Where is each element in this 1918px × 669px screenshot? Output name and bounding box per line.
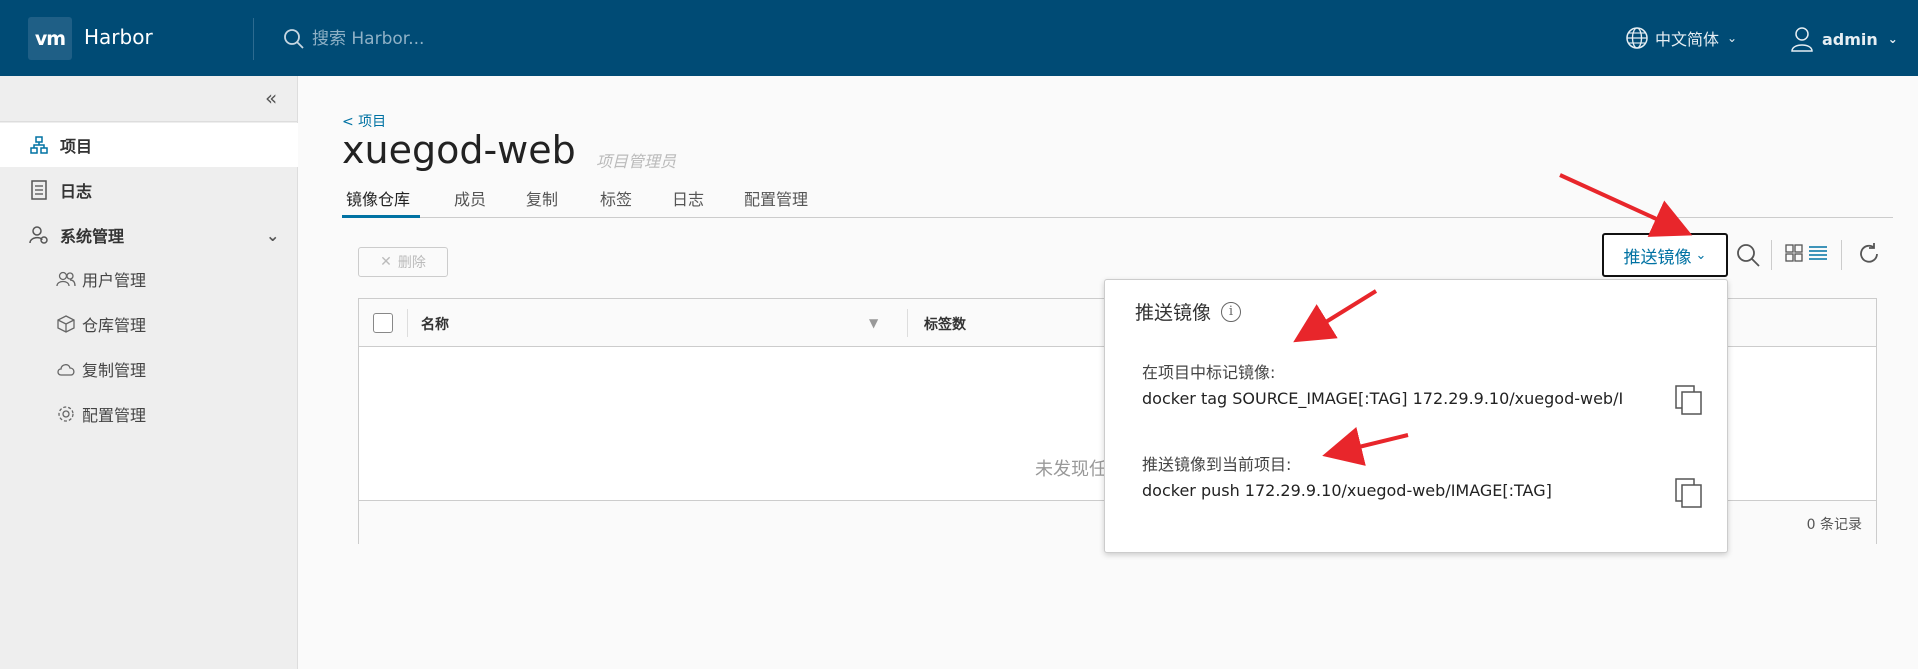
info-icon[interactable]: i	[1221, 301, 1242, 322]
push-image-label: 推送镜像到当前项目:	[1142, 455, 1292, 474]
delete-button[interactable]: ✕ 删除	[358, 247, 448, 277]
sidebar-sub-label: 用户管理	[82, 271, 147, 290]
language-selector[interactable]: 中文简体 ⌄	[1625, 26, 1737, 50]
toolbar-divider	[1841, 240, 1842, 270]
tab-members[interactable]: 成员	[454, 186, 486, 210]
search-icon[interactable]	[1735, 242, 1761, 268]
users-icon	[56, 269, 76, 289]
gear-icon	[56, 404, 76, 424]
chevron-down-icon: ⌄	[266, 225, 280, 245]
tag-command[interactable]: docker tag SOURCE_IMAGE[:TAG] 172.29.9.1…	[1142, 389, 1662, 408]
sidebar-item-label: 日志	[60, 182, 93, 201]
toolbar-divider	[1771, 240, 1772, 270]
logs-icon	[28, 179, 50, 201]
copy-icon[interactable]	[1675, 478, 1703, 508]
tab-repositories[interactable]: 镜像仓库	[346, 186, 410, 210]
admin-icon	[28, 224, 50, 246]
language-label: 中文简体	[1655, 30, 1720, 49]
sidebar-item-label: 项目	[60, 137, 93, 156]
sidebar-item-registry[interactable]: 仓库管理	[0, 302, 298, 346]
copy-icon[interactable]	[1675, 385, 1703, 415]
column-divider	[907, 309, 908, 337]
sidebar-item-label: 系统管理	[60, 227, 125, 246]
empty-state-text: 未发现任	[1035, 459, 1107, 480]
sidebar-item-replication[interactable]: 复制管理	[0, 347, 298, 391]
app-name[interactable]: Harbor	[84, 25, 153, 49]
globe-icon	[1626, 27, 1648, 49]
sidebar: « 项目 日志 系统管理 ⌄ 用户管理 仓库管理 复制管理 配置管理	[0, 76, 298, 669]
grid-view-icon[interactable]	[1785, 244, 1803, 262]
role-label: 项目管理员	[596, 152, 677, 171]
select-all-checkbox[interactable]	[373, 313, 393, 333]
filter-icon[interactable]: ▼	[869, 316, 878, 330]
push-image-popover: 推送镜像 i 在项目中标记镜像: docker tag SOURCE_IMAGE…	[1104, 279, 1728, 553]
record-count: 0 条记录	[1806, 517, 1862, 533]
refresh-icon[interactable]	[1856, 241, 1882, 267]
project-tabs: 镜像仓库 成员 复制 标签 日志 配置管理	[342, 180, 1893, 218]
registry-icon	[56, 314, 76, 334]
collapse-sidebar-icon[interactable]: «	[265, 86, 277, 110]
push-command[interactable]: docker push 172.29.9.10/xuegod-web/IMAGE…	[1142, 481, 1662, 500]
list-view-icon[interactable]	[1808, 244, 1828, 262]
push-image-label: 推送镜像	[1623, 247, 1692, 268]
username-label: admin	[1822, 29, 1878, 49]
popover-title-text: 推送镜像	[1135, 302, 1212, 324]
header-divider	[253, 18, 254, 60]
sidebar-sub-label: 仓库管理	[82, 316, 147, 335]
top-header: vm Harbor 中文简体 ⌄ admin ⌄	[0, 0, 1918, 76]
column-divider	[407, 309, 408, 337]
column-header-name[interactable]: 名称	[421, 314, 449, 334]
active-tab-indicator	[342, 215, 420, 218]
sidebar-item-projects[interactable]: 项目	[0, 123, 298, 167]
search-icon	[284, 29, 304, 49]
column-header-tags[interactable]: 标签数	[924, 314, 966, 334]
projects-icon	[28, 134, 50, 156]
popover-title: 推送镜像 i	[1135, 298, 1242, 325]
close-icon: ✕	[380, 254, 392, 270]
global-search-input[interactable]	[312, 26, 712, 52]
chevron-down-icon: ⌄	[1887, 32, 1898, 46]
user-icon	[1791, 27, 1813, 52]
sidebar-divider	[0, 121, 298, 122]
chevron-down-icon: ⌄	[1695, 247, 1707, 263]
sidebar-item-config[interactable]: 配置管理	[0, 392, 298, 436]
sidebar-item-admin[interactable]: 系统管理 ⌄	[0, 213, 298, 257]
user-menu[interactable]: admin ⌄	[1790, 26, 1898, 52]
chevron-down-icon: ⌄	[1727, 31, 1738, 45]
tab-configuration[interactable]: 配置管理	[744, 186, 808, 210]
replication-icon	[56, 359, 76, 379]
vmware-logo[interactable]: vm	[28, 17, 72, 60]
tab-logs[interactable]: 日志	[672, 186, 704, 210]
push-image-button[interactable]: 推送镜像 ⌄	[1602, 233, 1728, 277]
tab-replication[interactable]: 复制	[526, 186, 558, 210]
sidebar-item-users[interactable]: 用户管理	[0, 257, 298, 301]
sidebar-sub-label: 复制管理	[82, 361, 147, 380]
sidebar-sub-label: 配置管理	[82, 406, 147, 425]
tab-labels[interactable]: 标签	[600, 186, 632, 210]
delete-label: 删除	[397, 255, 426, 271]
tag-image-label: 在项目中标记镜像:	[1142, 363, 1276, 382]
sidebar-item-logs[interactable]: 日志	[0, 168, 298, 212]
page-title: xuegod-web	[342, 128, 576, 172]
